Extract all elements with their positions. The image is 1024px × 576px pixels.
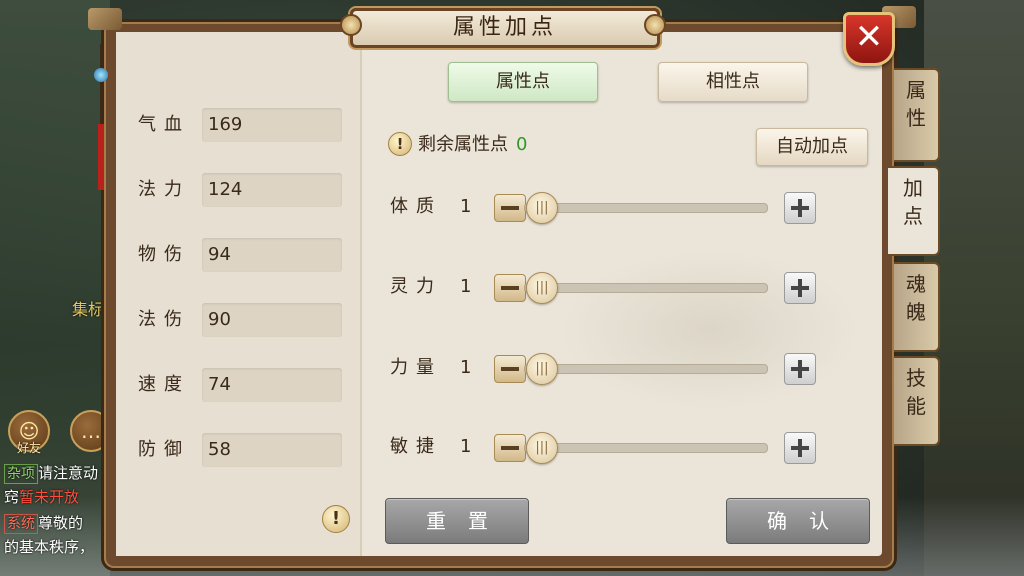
attr-row-strength: 力量 1 ||| — [390, 350, 820, 386]
confirm-button[interactable]: 确认 — [726, 498, 870, 544]
window-title: 属性加点 — [452, 15, 557, 40]
side-tab-label: 属 性 — [906, 78, 926, 130]
slider-track[interactable] — [524, 364, 768, 374]
slider-track[interactable] — [524, 203, 768, 213]
chat-line: 的基本秩序， — [4, 536, 114, 558]
attr-row-agility: 敏捷 1 ||| — [390, 429, 820, 465]
side-tab-allocate[interactable]: 加 点 — [888, 166, 940, 256]
jade-pendant-decoration — [92, 44, 110, 190]
stat-label: 法伤 — [138, 309, 190, 330]
stat-label: 物伤 — [138, 244, 190, 265]
plus-button[interactable] — [784, 272, 816, 304]
attr-value: 1 — [460, 196, 472, 217]
attr-row-constitution: 体质 1 ||| — [390, 189, 820, 225]
friends-button[interactable]: ☺ 好友 — [8, 410, 50, 455]
stat-label: 法力 — [138, 179, 190, 200]
slider-track[interactable] — [524, 443, 768, 453]
auto-allocate-button[interactable]: 自动加点 — [756, 128, 868, 166]
minus-button[interactable] — [494, 194, 526, 222]
chat-text-red: 暂未开放 — [19, 488, 80, 506]
attr-value: 1 — [460, 357, 472, 378]
chat-line: 杂项 请注意动 — [4, 462, 114, 484]
stat-value: 169 — [208, 114, 243, 135]
stat-value: 94 — [208, 244, 231, 265]
stat-row-magic-dmg: 法伤 90 — [138, 303, 348, 337]
background-side-text: 集标 — [72, 300, 105, 319]
side-tab-label: 技 能 — [906, 366, 926, 418]
chat-text: 尊敬的 — [38, 514, 84, 532]
minus-button[interactable] — [494, 434, 526, 462]
remaining-label: 剩余属性点 — [418, 134, 508, 155]
remaining-info-icon[interactable]: ! — [388, 132, 412, 156]
close-icon: ✕ — [854, 17, 884, 57]
pendant-bead — [94, 68, 108, 82]
side-tab-attributes[interactable]: 属 性 — [894, 68, 940, 162]
window-title-bar: 属性加点 — [350, 8, 660, 48]
title-ornament-left — [340, 14, 362, 36]
attr-value: 1 — [460, 436, 472, 457]
stat-value: 124 — [208, 179, 243, 200]
stat-value: 58 — [208, 439, 231, 460]
stat-row-defense: 防御 58 — [138, 433, 348, 467]
slider-knob[interactable]: ||| — [526, 432, 558, 464]
slider-knob[interactable]: ||| — [526, 272, 558, 304]
close-button[interactable]: ✕ — [843, 12, 895, 66]
chat-line: 窍暂未开放 — [4, 486, 114, 508]
attr-label: 灵力 — [390, 276, 442, 297]
stats-info-icon[interactable]: ! — [322, 505, 350, 533]
stat-value-box: 94 — [202, 238, 342, 272]
minus-button[interactable] — [494, 274, 526, 302]
attr-label: 敏捷 — [390, 436, 442, 457]
stat-value-box: 58 — [202, 433, 342, 467]
stat-row-phys-dmg: 物伤 94 — [138, 238, 348, 272]
slider-knob[interactable]: ||| — [526, 192, 558, 224]
stat-value-box: 169 — [202, 108, 342, 142]
pendant-tassel — [98, 124, 104, 190]
stat-row-hp: 气血 169 — [138, 108, 348, 142]
plus-button[interactable] — [784, 353, 816, 385]
chat-text: 请注意动 — [38, 464, 99, 482]
chat-line: 系统 尊敬的 — [4, 512, 114, 534]
plus-button[interactable] — [784, 192, 816, 224]
stat-value: 90 — [208, 309, 231, 330]
frame-ornament-left — [88, 8, 122, 30]
side-tab-skills[interactable]: 技 能 — [894, 356, 940, 446]
pendant-cord — [100, 44, 102, 126]
side-tab-soul[interactable]: 魂 魄 — [894, 262, 940, 352]
tab-affinity-points[interactable]: 相性点 — [658, 62, 808, 102]
chat-text: 的基本秩序， — [4, 538, 95, 556]
minus-button[interactable] — [494, 355, 526, 383]
attr-value: 1 — [460, 276, 472, 297]
title-ornament-right — [644, 14, 666, 36]
stat-value-box: 90 — [202, 303, 342, 337]
tab-attribute-points[interactable]: 属性点 — [448, 62, 598, 102]
slider-knob[interactable]: ||| — [526, 353, 558, 385]
stat-row-speed: 速度 74 — [138, 368, 348, 402]
stat-value-box: 124 — [202, 173, 342, 207]
stat-label: 气血 — [138, 114, 190, 135]
side-tab-label: 魂 魄 — [906, 272, 926, 324]
attr-row-spirit: 灵力 1 ||| — [390, 269, 820, 305]
attr-label: 力量 — [390, 357, 442, 378]
plus-button[interactable] — [784, 432, 816, 464]
friends-label: 好友 — [16, 441, 41, 455]
slider-track[interactable] — [524, 283, 768, 293]
attr-label: 体质 — [390, 196, 442, 217]
chat-text: 窍 — [4, 488, 20, 506]
chat-tag-misc: 杂项 — [4, 464, 38, 484]
stat-value: 74 — [208, 374, 231, 395]
remaining-points: 剩余属性点 0 — [418, 132, 527, 158]
reset-button[interactable]: 重置 — [385, 498, 529, 544]
side-tab-label: 加 点 — [903, 176, 923, 228]
chat-tag-system: 系统 — [4, 514, 38, 534]
stat-value-box: 74 — [202, 368, 342, 402]
stat-label: 速度 — [138, 374, 190, 395]
chat-icons: ☺ 好友 … — [8, 410, 118, 456]
remaining-value: 0 — [516, 134, 528, 155]
stat-row-mana: 法力 124 — [138, 173, 348, 207]
stat-label: 防御 — [138, 439, 190, 460]
